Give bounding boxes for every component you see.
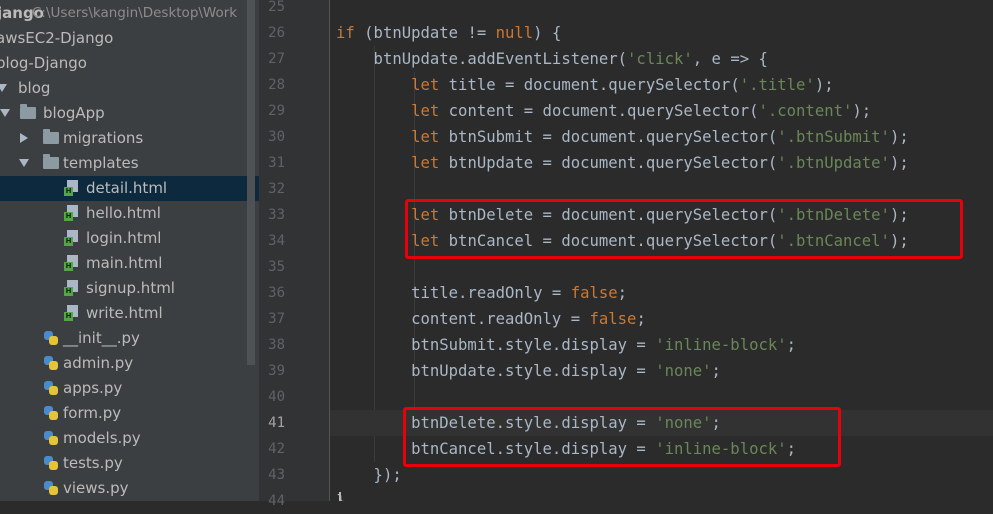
- code-line[interactable]: let btnUpdate = document.querySelector('…: [330, 150, 993, 176]
- tree-item-init-py[interactable]: __init__.py: [0, 326, 259, 351]
- tree-item-label: views.py: [63, 479, 129, 497]
- line-number: 39: [268, 363, 285, 379]
- text-caret: [339, 492, 341, 501]
- line-number: 28: [268, 77, 285, 93]
- line-number: 44: [268, 493, 285, 509]
- tree-item-signup-html[interactable]: Hsignup.html: [0, 276, 259, 301]
- line-number: 41: [268, 415, 285, 431]
- tree-item-label: signup.html: [86, 279, 175, 297]
- line-number: 29: [268, 103, 285, 119]
- tree-item-label: migrations: [63, 129, 144, 147]
- tree-item-templates[interactable]: templates: [0, 151, 259, 176]
- highlight-box: [405, 199, 963, 259]
- tree-item-label: __init__.py: [63, 329, 140, 347]
- line-number: 36: [268, 285, 285, 301]
- expand-arrow-icon[interactable]: [0, 84, 7, 92]
- line-number: 42: [268, 441, 285, 457]
- code-line[interactable]: [330, 0, 993, 20]
- code-line[interactable]: btnSubmit.style.display = 'inline-block'…: [330, 332, 993, 358]
- tree-item-label: blog: [18, 79, 51, 97]
- folder-icon: [43, 154, 59, 169]
- tree-item-label: apps.py: [63, 379, 123, 397]
- tree-item-main-html[interactable]: Hmain.html: [0, 251, 259, 276]
- tree-item-label: templates: [63, 154, 139, 172]
- tree-item-label: admin.py: [63, 354, 134, 372]
- expand-arrow-icon[interactable]: [19, 159, 29, 167]
- highlight-box: [403, 407, 841, 467]
- python-file-icon: [43, 455, 59, 471]
- tree-item-tests-py[interactable]: tests.py: [0, 451, 259, 476]
- tree-item-views-py[interactable]: views.py: [0, 476, 259, 501]
- code-line[interactable]: content.readOnly = false;: [330, 306, 993, 332]
- tree-item-form-py[interactable]: form.py: [0, 401, 259, 426]
- tree-item-label: hello.html: [86, 204, 161, 222]
- tree-item-label: models.py: [63, 429, 141, 447]
- tree-item-label: form.py: [63, 404, 122, 422]
- tree-item-blogapp[interactable]: blogApp: [0, 101, 259, 126]
- folder-icon: [43, 129, 59, 144]
- html-file-icon: H: [64, 205, 78, 221]
- tree-item-blog-django[interactable]: blog-Django: [0, 51, 259, 76]
- tree-item-label: detail.html: [86, 179, 168, 197]
- collapse-arrow-icon[interactable]: [20, 133, 28, 143]
- tree-item-label: tests.py: [63, 454, 123, 472]
- line-number: 34: [268, 233, 285, 249]
- html-file-icon: H: [64, 230, 78, 246]
- code-line[interactable]: let btnSubmit = document.querySelector('…: [330, 124, 993, 150]
- tree-item-label: login.html: [86, 229, 162, 247]
- tree-item-write-html[interactable]: Hwrite.html: [0, 301, 259, 326]
- line-number: 40: [268, 389, 285, 405]
- code-line[interactable]: if (btnUpdate != null) {: [330, 20, 993, 46]
- python-file-icon: [43, 355, 59, 371]
- tree-item-login-html[interactable]: Hlogin.html: [0, 226, 259, 251]
- python-file-icon: [43, 405, 59, 421]
- line-number: 35: [268, 259, 285, 275]
- line-number: 32: [268, 181, 285, 197]
- tree-item-label: main.html: [86, 254, 163, 272]
- tree-item-blog[interactable]: blog: [0, 76, 259, 101]
- line-number: 25: [268, 0, 285, 15]
- line-number: 37: [268, 311, 285, 327]
- code-line[interactable]: btnUpdate.addEventListener('click', e =>…: [330, 46, 993, 72]
- line-number: 38: [268, 337, 285, 353]
- html-file-icon: H: [64, 255, 78, 271]
- html-file-icon: H: [64, 305, 78, 321]
- code-line[interactable]: btnUpdate.style.display = 'none';: [330, 358, 993, 384]
- tree-item-awsec2-django[interactable]: awsEC2-Django: [0, 26, 259, 51]
- project-tree-scrollbar[interactable]: [247, 0, 255, 365]
- tree-item-admin-py[interactable]: admin.py: [0, 351, 259, 376]
- line-number: 43: [268, 467, 285, 483]
- html-file-icon: H: [64, 180, 78, 196]
- python-file-icon: [43, 380, 59, 396]
- tree-item-label: blog-Django: [0, 54, 87, 72]
- tree-item-apps-py[interactable]: apps.py: [0, 376, 259, 401]
- project-tree-panel: jango C:\Users\kangin\Desktop\Work awsEC2…: [0, 0, 259, 501]
- expand-arrow-icon[interactable]: [0, 109, 10, 117]
- tree-item-migrations[interactable]: migrations: [0, 126, 259, 151]
- tree-item-label: blogApp: [43, 104, 105, 122]
- code-line[interactable]: let title = document.querySelector('.tit…: [330, 72, 993, 98]
- project-path: C:\Users\kangin\Desktop\Work: [32, 5, 238, 21]
- tree-item-label: awsEC2-Django: [0, 29, 114, 47]
- line-number: 33: [268, 207, 285, 223]
- line-number: 27: [268, 51, 285, 67]
- tree-item-hello-html[interactable]: Hhello.html: [0, 201, 259, 226]
- tree-item-label: write.html: [86, 304, 163, 322]
- line-number: 26: [268, 25, 285, 41]
- line-number: 30: [268, 129, 285, 145]
- tree-item-models-py[interactable]: models.py: [0, 426, 259, 451]
- code-line[interactable]: let content = document.querySelector('.c…: [330, 98, 993, 124]
- python-file-icon: [43, 480, 59, 496]
- code-line[interactable]: title.readOnly = false;: [330, 280, 993, 306]
- python-file-icon: [43, 330, 59, 346]
- code-line[interactable]: }: [330, 488, 993, 501]
- html-file-icon: H: [64, 280, 78, 296]
- folder-icon: [20, 104, 36, 119]
- line-number: 31: [268, 155, 285, 171]
- python-file-icon: [43, 430, 59, 446]
- tree-item-detail-html[interactable]: Hdetail.html: [0, 176, 259, 201]
- tree-item-jango[interactable]: jango C:\Users\kangin\Desktop\Work: [0, 1, 259, 26]
